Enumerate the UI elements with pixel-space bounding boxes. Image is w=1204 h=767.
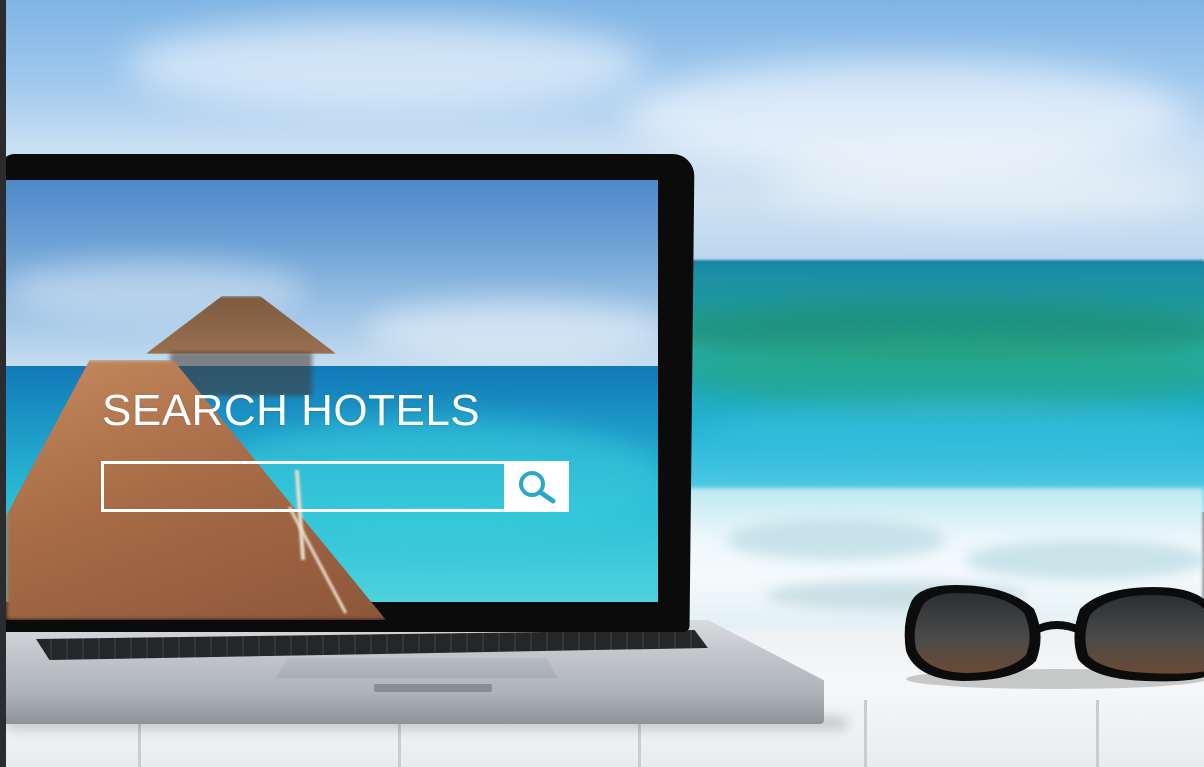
search-hotels-title: SEARCH HOTELS [102, 386, 481, 435]
cloud [766, 150, 1196, 220]
plank-seam [864, 700, 867, 767]
cloud [126, 20, 646, 110]
right-lens [1085, 595, 1204, 674]
search-button[interactable] [507, 461, 569, 512]
wave [706, 400, 1204, 470]
trackpad [276, 658, 558, 678]
search-input[interactable] [101, 461, 507, 512]
surf-foam [966, 540, 1204, 580]
scene: SEARCH HOTELS [0, 0, 1204, 767]
surf-foam [726, 520, 946, 560]
beach-photo: SEARCH HOTELS [6, 0, 1204, 767]
plank-seam [1096, 700, 1099, 767]
laptop-notch [374, 684, 492, 692]
left-lens [914, 593, 1030, 673]
magnifier-icon [519, 470, 556, 503]
screen-cloud [366, 300, 658, 360]
sunglasses [904, 585, 1204, 689]
glasses-bridge [1032, 621, 1084, 635]
